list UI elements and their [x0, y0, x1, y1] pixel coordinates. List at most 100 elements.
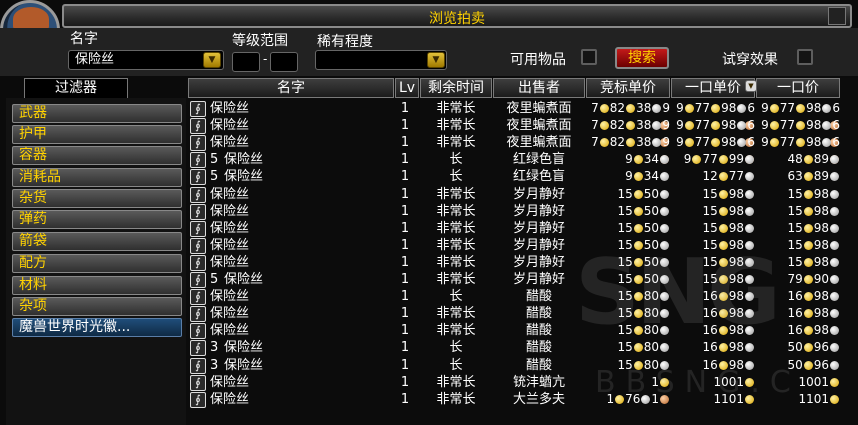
item-name[interactable]: 保险丝 [210, 117, 249, 134]
item-name[interactable]: 保险丝 [210, 254, 249, 271]
item-name[interactable]: 保险丝 [210, 203, 249, 220]
buyu-leading: 9 [676, 135, 684, 150]
fuse-item-icon[interactable]: ∮ [190, 289, 206, 306]
silver-coin-icon [745, 240, 754, 250]
auction-row[interactable]: ∮ 保险丝 1 长醋酸 15 80 16 98 16 98 [188, 288, 848, 306]
auction-row[interactable]: ∮ 3 保险丝 1 长醋酸 15 80 16 98 50 96 [188, 339, 848, 357]
item-name[interactable]: 保险丝 [224, 168, 263, 185]
fuse-item-icon[interactable]: ∮ [190, 152, 206, 169]
item-name[interactable]: 保险丝 [224, 271, 263, 288]
category-recipe[interactable]: 配方 [12, 254, 182, 273]
column-header-name[interactable]: 名字 [188, 78, 394, 98]
category-armor[interactable]: 护甲 [12, 125, 182, 144]
item-name[interactable]: 保险丝 [224, 357, 263, 374]
name-input[interactable]: 保险丝 [68, 50, 224, 70]
auction-row[interactable]: ∮ 保险丝 1 非常长 大兰多夫 1 76 1 1101 1101 [188, 391, 848, 408]
category-materials[interactable]: 材料 [12, 276, 182, 295]
fuse-item-icon[interactable]: ∮ [190, 220, 206, 237]
column-header-buyout-unit[interactable]: 一口单价 [671, 78, 755, 98]
item-name[interactable]: 保险丝 [210, 374, 249, 391]
fuse-item-icon[interactable]: ∮ [190, 254, 206, 271]
bid-silver: 80 [643, 289, 659, 304]
auction-row[interactable]: ∮ 保险丝 1 非常长 岁月静好 15 50 15 98 15 98 [188, 220, 848, 237]
auction-row[interactable]: ∮ 5 保险丝 1 长 红绿色盲 9 34 9 77 99 48 89 [188, 151, 848, 169]
fuse-item-icon[interactable]: ∮ [190, 101, 206, 117]
fuse-item-icon[interactable]: ∮ [190, 340, 206, 357]
fuse-item-icon[interactable]: ∮ [190, 306, 206, 323]
rarity-dropdown-arrow-icon[interactable]: ▼ [427, 52, 445, 68]
auction-row[interactable]: ∮ 保险丝 1 非常长 醋酸 15 80 16 98 16 98 [188, 322, 848, 340]
sort-arrow-icon[interactable]: ▼ [745, 80, 757, 92]
column-header-time-left[interactable]: 剩余时间 [420, 78, 492, 98]
buyu-leading: 9 [683, 152, 692, 167]
item-name[interactable]: 保险丝 [210, 305, 249, 322]
fuse-item-icon[interactable]: ∮ [190, 237, 206, 254]
item-level: 1 [400, 169, 410, 185]
item-name[interactable]: 保险丝 [210, 186, 249, 203]
column-header-buyout[interactable]: 一口价 [756, 78, 840, 98]
level-min-input[interactable] [232, 52, 260, 72]
bid-gold: 15 [617, 237, 633, 252]
auction-row[interactable]: ∮ 保险丝 1 非常长 岁月静好 15 50 15 98 15 98 [188, 203, 848, 220]
item-level: 1 [400, 101, 410, 116]
item-name[interactable]: 保险丝 [210, 288, 249, 305]
category-wow-token[interactable]: 魔兽世界时光徽... [12, 318, 182, 337]
fuse-item-icon[interactable]: ∮ [190, 272, 206, 288]
fuse-item-icon[interactable]: ∮ [190, 203, 206, 220]
auction-row[interactable]: ∮ 3 保险丝 1 长醋酸 15 80 16 98 50 96 [188, 357, 848, 374]
category-misc[interactable]: 杂项 [12, 297, 182, 316]
auction-row[interactable]: ∮ 5 保险丝 1 非常长 岁月静好 15 50 15 98 79 90 [188, 271, 848, 288]
silver-coin-icon [745, 292, 754, 302]
item-name[interactable]: 保险丝 [224, 339, 263, 356]
auction-row[interactable]: ∮ 保险丝 1 非常长 岁月静好 15 50 15 98 15 98 [188, 237, 848, 254]
fuse-item-icon[interactable]: ∮ [190, 186, 206, 203]
category-ammo[interactable]: 弹药 [12, 210, 182, 229]
column-header-level[interactable]: Lv [395, 78, 419, 98]
gold-coin-icon [803, 155, 813, 165]
item-level: 1 [400, 374, 410, 390]
item-name[interactable]: 保险丝 [210, 391, 249, 408]
filters-tab[interactable]: 过滤器 [24, 78, 128, 98]
column-header-bid-unit[interactable]: 竞标单价 [586, 78, 670, 98]
column-header-seller[interactable]: 出售者 [493, 78, 585, 98]
item-stack-count: 5 [210, 152, 219, 168]
bid-copper: 1 [651, 391, 659, 406]
auction-row[interactable]: ∮ 保险丝 1 非常长 醋酸 15 80 16 98 16 98 [188, 305, 848, 323]
auction-row[interactable]: ∮ 5 保险丝 1 长 红绿色盲 9 34 12 77 63 89 [188, 168, 848, 186]
fuse-item-icon[interactable]: ∮ [190, 135, 206, 152]
search-button[interactable]: 搜索 [615, 47, 669, 69]
auction-row[interactable]: ∮ 保险丝 1 非常长 铳沣蝤亢 1 1001 1001 [188, 374, 848, 391]
close-button[interactable] [828, 7, 846, 25]
buy-silver: 98 [806, 135, 822, 150]
auction-row[interactable]: ∮ 保险丝 1 非常长 夜里蝙煮面 7 82 38 9 9 77 98 6 9 77 98 6 [188, 100, 848, 130]
item-name[interactable]: 保险丝 [210, 100, 249, 117]
name-dropdown-arrow-icon[interactable]: ▼ [203, 52, 221, 68]
category-consumable[interactable]: 消耗品 [12, 168, 182, 187]
item-name[interactable]: 保险丝 [210, 237, 249, 254]
item-name[interactable]: 保险丝 [210, 134, 249, 151]
fuse-item-icon[interactable]: ∮ [190, 391, 206, 408]
fuse-item-icon[interactable]: ∮ [190, 374, 206, 391]
auction-row[interactable]: ∮ 保险丝 1 非常长 夜里蝙煮面 7 82 38 9 9 77 98 6 9 77 98 6 [188, 134, 848, 165]
bid-silver: 80 [643, 340, 659, 355]
usable-items-checkbox[interactable] [581, 49, 597, 65]
try-on-checkbox[interactable] [797, 49, 813, 65]
buy-silver: 1001 [798, 374, 829, 389]
fuse-item-icon[interactable]: ∮ [190, 118, 206, 135]
category-container[interactable]: 容器 [12, 146, 182, 165]
item-name[interactable]: 保险丝 [224, 151, 263, 168]
category-quiver[interactable]: 箭袋 [12, 232, 182, 251]
category-weapon[interactable]: 武器 [12, 104, 182, 123]
item-name[interactable]: 保险丝 [210, 220, 249, 237]
bid-silver: 80 [643, 323, 659, 338]
auction-row[interactable]: ∮ 保险丝 1 非常长 岁月静好 15 50 15 98 15 98 [188, 254, 848, 271]
buyu-silver: 98 [728, 323, 744, 338]
fuse-item-icon[interactable]: ∮ [190, 323, 206, 340]
item-name[interactable]: 保险丝 [210, 322, 249, 339]
fuse-item-icon[interactable]: ∮ [190, 357, 206, 374]
fuse-item-icon[interactable]: ∮ [190, 169, 206, 186]
auction-row[interactable]: ∮ 保险丝 1 非常长 岁月静好 15 50 15 98 15 98 [188, 186, 848, 203]
level-max-input[interactable] [270, 52, 298, 72]
category-trade-goods[interactable]: 杂货 [12, 189, 182, 208]
auction-row[interactable]: ∮ 保险丝 1 非常长 夜里蝙煮面 7 82 38 9 9 77 98 6 9 77 98 6 [188, 117, 848, 148]
